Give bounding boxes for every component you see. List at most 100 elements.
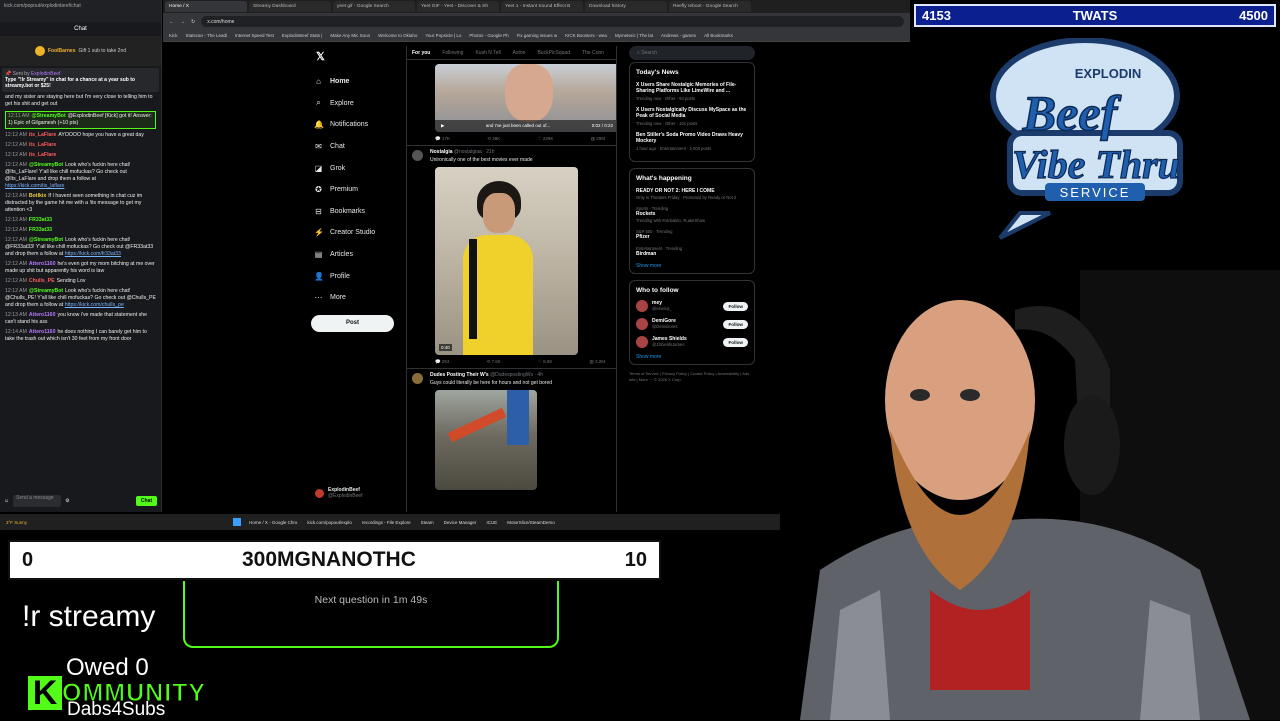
suggestion-name[interactable]: James Shields @JShieldsJames <box>652 336 719 348</box>
nav-item-articles[interactable]: ▤ Articles <box>311 244 406 266</box>
show-more-link[interactable]: Show more <box>636 263 748 269</box>
reload-icon[interactable]: ↻ <box>191 19 195 25</box>
message-user[interactable]: Attero1160 <box>29 312 56 318</box>
play-icon[interactable]: ▶ <box>441 123 444 129</box>
taskbar-app[interactable]: ICUE <box>486 520 497 525</box>
message-user[interactable]: Botlkix <box>29 193 46 199</box>
news-title[interactable]: Ben Stiller's Soda Promo Video Draws Hea… <box>636 132 748 144</box>
back-icon[interactable]: ← <box>169 19 174 25</box>
like-icon[interactable]: ♡ 228K <box>538 136 554 142</box>
bookmark-item[interactable]: Andrews - games <box>661 33 696 38</box>
browser-tab[interactable]: yeet gif - Google Search <box>333 1 415 12</box>
message-user[interactable]: FR33at33 <box>29 217 52 223</box>
trend-name[interactable]: Pfizer <box>636 234 748 240</box>
chat-input[interactable]: Send a message <box>13 495 62 507</box>
taskbar-app[interactable]: Steam <box>421 520 434 525</box>
message-user[interactable]: Chulls_PE <box>29 278 55 284</box>
show-more-link[interactable]: Show more <box>636 354 748 360</box>
suggestion-name[interactable]: mey @elovica_ <box>652 300 719 312</box>
taskbar-app[interactable]: kick.com/popout/explo <box>307 520 352 525</box>
browser-tab[interactable]: Streamy Dashboard <box>249 1 331 12</box>
message-user[interactable]: its_LaFlare <box>29 152 56 158</box>
feed-tab[interactable]: BuckPicSquad <box>537 50 570 56</box>
bookmark-item[interactable]: Your Popsicle | Lo <box>425 33 461 38</box>
trend-name[interactable]: Rockets <box>636 211 748 217</box>
like-icon[interactable]: ♡ 8.5K <box>538 359 553 365</box>
reply-icon[interactable]: 💬 17K <box>435 136 450 142</box>
news-title[interactable]: X Users Share Nostalgic Memories of File… <box>636 82 748 94</box>
bookmark-item[interactable]: All Bookmarks <box>704 33 733 38</box>
trend-name[interactable]: Birdman <box>636 251 748 257</box>
bookmark-item[interactable]: ExplodinBeef Stats | <box>282 33 322 38</box>
reply-icon[interactable]: 💬 253 <box>435 359 449 365</box>
message-link[interactable]: https://kick.com/fr33at33 <box>65 251 121 257</box>
feed-tab[interactable]: The Conn <box>582 50 604 56</box>
message-user[interactable]: @StreamyBot <box>29 237 63 243</box>
bookmark-item[interactable]: Fix gaming issues w <box>517 33 558 38</box>
feed-tab[interactable]: Aston <box>513 50 526 56</box>
browser-tab[interactable]: Reefly reboot - Google Search <box>669 1 751 12</box>
follow-button[interactable]: Follow <box>723 301 748 311</box>
forward-icon[interactable]: → <box>180 19 185 25</box>
bookmark-item[interactable]: Make Any Mic Soun <box>330 33 370 38</box>
avatar[interactable] <box>636 318 648 330</box>
taskbar-app[interactable]: MotorSlice/SteamDemo <box>507 520 555 525</box>
video-controls[interactable]: ▶ and I've just been called out of... 0:… <box>435 120 616 132</box>
news-title[interactable]: X Users Nostalgically Discuss MySpace as… <box>636 107 748 119</box>
message-user[interactable]: Attero1160 <box>29 261 56 267</box>
nav-item-creator-studio[interactable]: ⚡ Creator Studio <box>311 222 406 244</box>
avatar[interactable] <box>412 150 423 161</box>
tweet-dudes[interactable]: Dudes Posting Their W's @DudespostingWs … <box>407 369 616 493</box>
chat-url-bar[interactable]: kick.com/popout/explodinbeef/chat <box>0 0 161 22</box>
nav-item-notifications[interactable]: 🔔 Notifications <box>311 114 406 136</box>
x-footer-links[interactable]: Terms of Service | Privacy Policy | Cook… <box>629 371 755 383</box>
bookmark-item[interactable]: Statscan - The Leadi <box>186 33 227 38</box>
feed-tab[interactable]: Kush N Tell <box>475 50 500 56</box>
suggestion-name[interactable]: DemiGore @DemiGores <box>652 318 719 330</box>
bookmark-item[interactable]: Mymeteric | The lat <box>615 33 653 38</box>
tweet-video-1[interactable]: ▶ and I've just been called out of... 0:… <box>407 60 616 146</box>
nav-item-profile[interactable]: 👤 Profile <box>311 265 406 287</box>
taskbar-app[interactable]: recordings - File Explore <box>362 520 411 525</box>
nav-item-bookmarks[interactable]: ⊟ Bookmarks <box>311 201 406 223</box>
message-user[interactable]: its_LaFlare <box>29 142 56 148</box>
follow-button[interactable]: Follow <box>723 337 748 347</box>
retweet-icon[interactable]: ⟲ 28K <box>487 136 500 142</box>
avatar[interactable] <box>636 300 648 312</box>
browser-tab[interactable]: Home / X <box>165 1 247 12</box>
message-link[interactable]: https://kick.com/chulls_pe <box>65 302 124 308</box>
nav-item-chat[interactable]: ✉ Chat <box>311 136 406 158</box>
taskbar-app[interactable]: Home / X - Google Chro <box>249 520 297 525</box>
bookmark-item[interactable]: Kick <box>169 33 178 38</box>
views-icon[interactable]: ▥ 20M <box>591 136 605 142</box>
message-user[interactable]: @StreamyBot <box>32 113 66 119</box>
tweet-video[interactable]: ▶ and I've just been called out of... 0:… <box>435 64 616 132</box>
nav-item-premium[interactable]: ✪ Premium <box>311 179 406 201</box>
message-link[interactable]: https://kick.com/its_laflare <box>5 183 64 189</box>
bookmark-item[interactable]: Photos - Google Ph <box>469 33 508 38</box>
x-logo-icon[interactable]: 𝕏 <box>316 50 406 63</box>
gift-banner[interactable]: FoolBarnes Gift 1 sub to take 2nd <box>0 36 161 66</box>
avatar[interactable] <box>636 336 648 348</box>
feed-tab[interactable]: Following <box>442 50 463 56</box>
tweet-video[interactable]: 0:40 <box>435 167 578 355</box>
message-user[interactable]: Attero1160 <box>29 329 56 335</box>
views-icon[interactable]: ▥ 2.2M <box>589 359 605 365</box>
address-bar[interactable]: x.com/home <box>201 16 904 27</box>
taskbar-app[interactable]: Device Manager <box>444 520 477 525</box>
follow-button[interactable]: Follow <box>723 319 748 329</box>
emoji-icon[interactable]: ☺ <box>4 498 9 504</box>
account-switcher[interactable]: ExplodinBeef @ExplodinBeef <box>315 487 363 499</box>
bookmark-item[interactable]: Internet Speed Test <box>235 33 274 38</box>
nav-item-grok[interactable]: ◪ Grok <box>311 157 406 179</box>
message-user[interactable]: @StreamyBot <box>29 162 63 168</box>
chat-send-button[interactable]: Chat <box>135 496 157 506</box>
post-button[interactable]: Post <box>311 314 394 332</box>
bookmark-item[interactable]: Welcome to Oklaho <box>378 33 417 38</box>
nav-item-home[interactable]: ⌂ Home <box>311 71 406 93</box>
message-user[interactable]: FR33at33 <box>29 227 52 233</box>
browser-tab[interactable]: Download history <box>585 1 667 12</box>
settings-icon[interactable]: ⚙ <box>65 498 69 504</box>
bookmark-item[interactable]: KICK Boosters - wea <box>565 33 607 38</box>
retweet-icon[interactable]: ⟲ 7.6K <box>486 359 500 365</box>
